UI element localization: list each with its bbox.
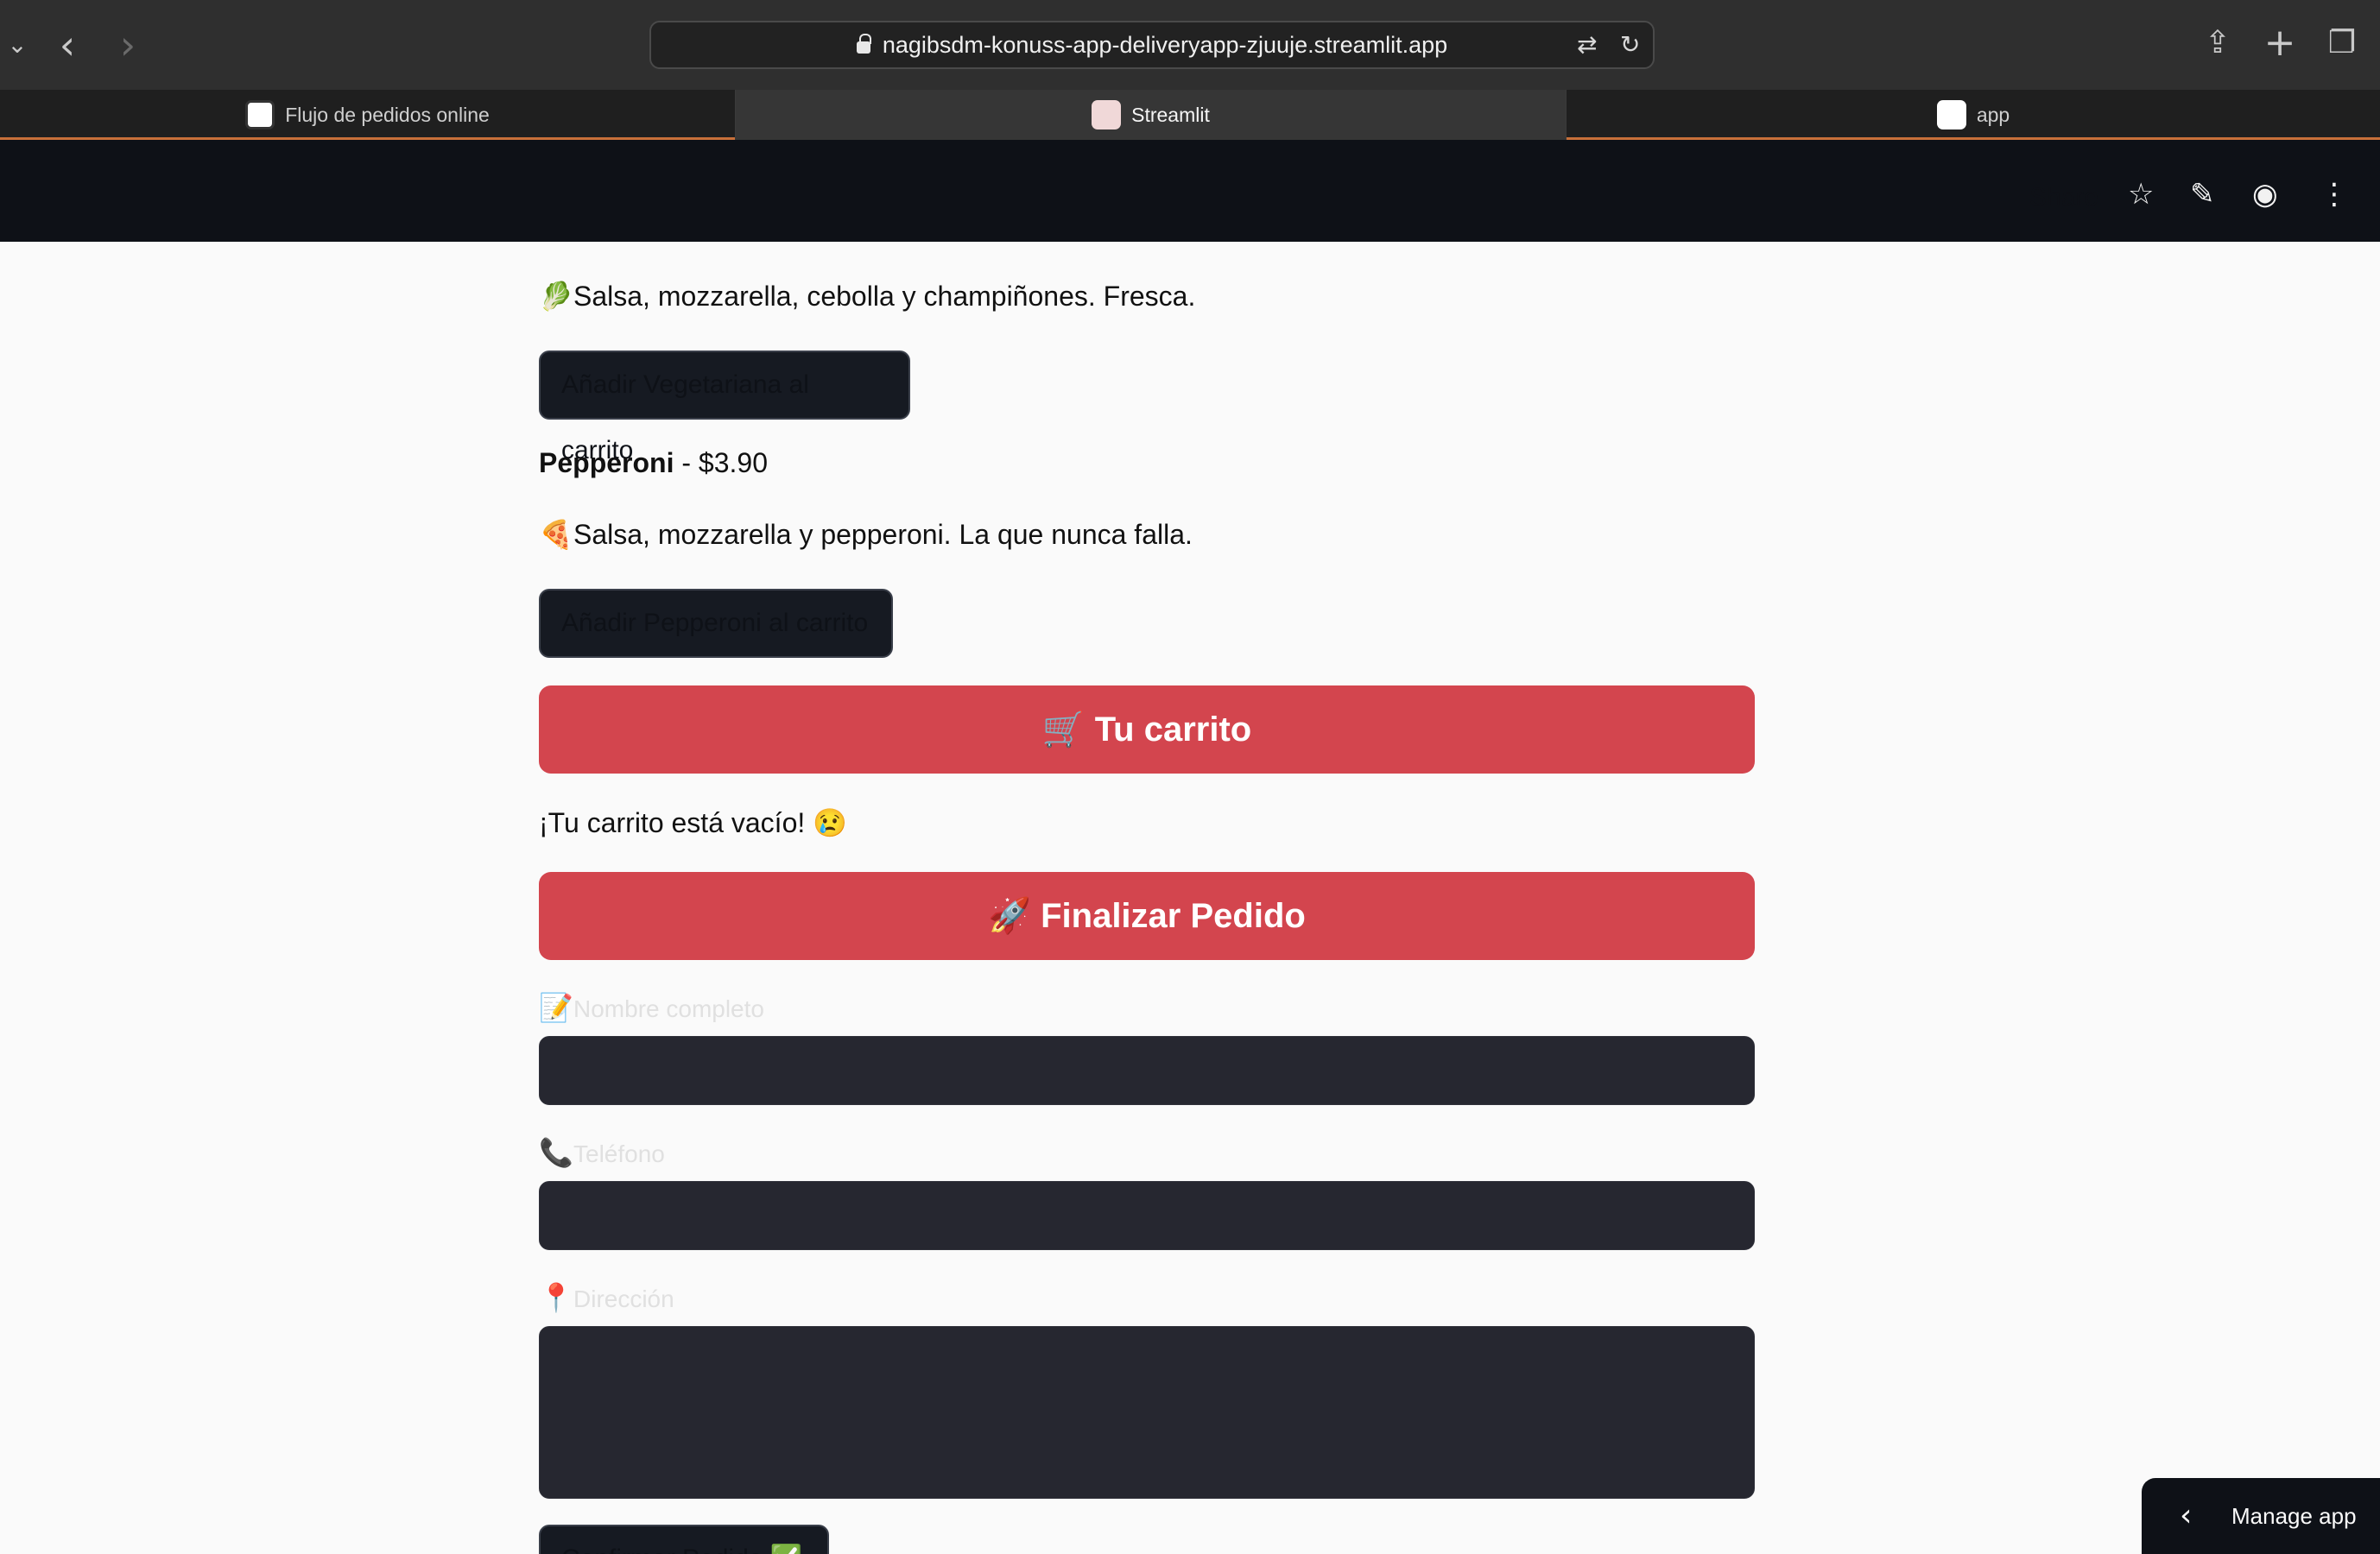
tab-label: Flujo de pedidos online [285, 103, 490, 126]
manage-app-label: Manage app [2231, 1503, 2357, 1529]
browser-toolbar: ⌄ ‹ › nagibsdm-konuss-app-deliveryapp-zj… [0, 0, 2380, 90]
description-text: Salsa, mozzarella y pepperoni. La que nu… [573, 519, 1193, 550]
name-input[interactable] [539, 1036, 1755, 1105]
edit-pencil-icon[interactable]: ✎ [2190, 177, 2215, 212]
manage-app-button[interactable]: ‹ Manage app [2142, 1478, 2380, 1554]
streamlit-favicon-icon [1092, 100, 1122, 130]
github-icon[interactable]: ◉ [2252, 177, 2278, 212]
tab-streamlit[interactable]: Streamlit [736, 90, 1567, 140]
translate-icon[interactable]: ⇄ [1577, 32, 1597, 58]
label-text: Dirección [573, 1286, 674, 1312]
label-text: Teléfono [573, 1140, 665, 1167]
cart-header: 🛒 Tu carrito [539, 685, 1755, 774]
vegetariana-description: 🥬Salsa, mozzarella, cebolla y champiñone… [539, 280, 1195, 313]
chevron-left-icon: ‹ [2180, 1498, 2193, 1533]
pizza-name: Pepperoni [539, 447, 674, 478]
cart-empty-message: ¡Tu carrito está vacío! 😢 [539, 807, 847, 838]
more-options-icon[interactable]: ⋮ [2320, 177, 2349, 212]
crown-favicon-icon [1936, 100, 1966, 130]
tab-label: Streamlit [1131, 103, 1210, 126]
phone-icon: 📞 [539, 1136, 573, 1169]
tab-flujo-de-pedidos[interactable]: Flujo de pedidos online [0, 90, 736, 140]
pizza-price: - $3.90 [674, 447, 768, 478]
name-field-label: 📝Nombre completo [539, 991, 764, 1024]
new-tab-icon[interactable]: + [2256, 19, 2304, 67]
address-textarea[interactable] [539, 1326, 1755, 1499]
confirm-order-button[interactable]: Confirmar Pedido ✅ [539, 1525, 829, 1554]
tab-label: app [1976, 103, 2010, 126]
tab-bar: Flujo de pedidos online Streamlit app [0, 90, 2380, 140]
main-content: 🥬Salsa, mozzarella, cebolla y champiñone… [0, 242, 2380, 1554]
url-text: nagibsdm-konuss-app-deliveryapp-zjuuje.s… [882, 32, 1448, 58]
tab-overview-icon[interactable]: ❐ [2318, 19, 2366, 67]
openai-favicon-icon [245, 100, 275, 130]
lettuce-icon: 🥬 [539, 280, 573, 313]
add-pepperoni-button[interactable]: Añadir Pepperoni al carrito [539, 589, 893, 658]
label-text: Nombre completo [573, 995, 764, 1022]
pepperoni-title: Pepperoni - $3.90 [539, 447, 768, 479]
tab-app[interactable]: app [1567, 90, 2380, 140]
share-page-icon[interactable]: ⇪ [2193, 19, 2242, 67]
share-button[interactable]: Share [2029, 183, 2098, 212]
memo-icon: 📝 [539, 991, 573, 1024]
description-text: Salsa, mozzarella, cebolla y champiñones… [573, 281, 1196, 312]
checkout-header: 🚀 Finalizar Pedido [539, 872, 1755, 960]
star-icon[interactable]: ☆ [2128, 177, 2154, 212]
pizza-icon: 🍕 [539, 518, 573, 551]
pin-icon: 📍 [539, 1281, 573, 1314]
forward-icon[interactable]: › [102, 19, 154, 71]
phone-input[interactable] [539, 1181, 1755, 1250]
sidebar-toggle-chevron-icon[interactable]: ⌄ [0, 19, 43, 71]
lock-icon [856, 34, 871, 54]
address-bar[interactable]: nagibsdm-konuss-app-deliveryapp-zjuuje.s… [649, 21, 1655, 69]
address-field-label: 📍Dirección [539, 1281, 674, 1314]
reload-icon[interactable]: ↻ [1620, 32, 1640, 58]
add-vegetariana-button[interactable]: Añadir Vegetariana al carrito [539, 351, 910, 464]
phone-field-label: 📞Teléfono [539, 1136, 665, 1169]
pepperoni-description: 🍕Salsa, mozzarella y pepperoni. La que n… [539, 518, 1193, 551]
back-icon[interactable]: ‹ [41, 19, 93, 71]
streamlit-header [0, 140, 2380, 242]
